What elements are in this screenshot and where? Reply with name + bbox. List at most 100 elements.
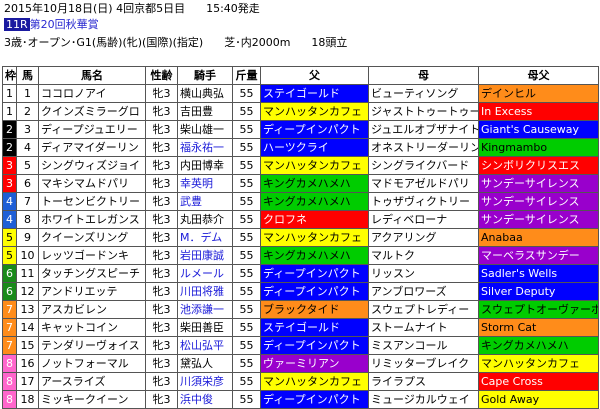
start-time: 15:40発走: [206, 2, 260, 15]
table-header-row: 枠 馬 馬名 性齢 騎手 斤量 父 母 母父: [2, 66, 599, 85]
damsire-cell: サンデーサイレンス: [478, 210, 599, 229]
race-date: 2015年10月18日(日) 4回京都5日目: [4, 2, 186, 15]
sire-cell: ヴァーミリアン: [260, 354, 369, 373]
jockey-cell: 福永祐一: [177, 138, 233, 157]
horse-name-cell: ホワイトエレガンス: [38, 210, 146, 229]
weight-cell: 55: [232, 102, 261, 121]
weight-cell: 55: [232, 192, 261, 211]
damsire-cell: デインヒル: [478, 84, 599, 103]
damsire-cell: Cape Cross: [478, 372, 599, 391]
table-row: 5 9 クイーンズリング 牝3 M．デム 55 マンハッタンカフェ アクアリング Anabaa: [2, 228, 599, 247]
damsire-cell: Silver Deputy: [478, 282, 599, 301]
waku-cell: 1: [2, 84, 17, 103]
dam-cell: トゥザヴィクトリー: [368, 192, 479, 211]
dam-cell: スウェプトレディー: [368, 300, 479, 319]
weight-cell: 55: [232, 264, 261, 283]
col-header-jockey: 騎手: [177, 66, 233, 85]
dam-cell: マドモアゼルドパリ: [368, 174, 479, 193]
sire-cell: キングカメハメハ: [260, 246, 369, 265]
waku-cell: 7: [2, 300, 17, 319]
entry-table: 枠 馬 馬名 性齢 騎手 斤量 父 母 母父 1 1 ココロノアイ 牝3 横山典弘 55 ス…: [2, 66, 599, 409]
sire-cell: ディープインパクト: [260, 264, 369, 283]
sire-cell: ディープインパクト: [260, 120, 369, 139]
sire-cell: マンハッタンカフェ: [260, 102, 369, 121]
waku-cell: 7: [2, 336, 17, 355]
table-row: 1 1 ココロノアイ 牝3 横山典弘 55 ステイゴールド ビューティソング デインヒル: [2, 84, 599, 103]
jockey-cell: 丸田恭介: [177, 210, 233, 229]
waku-cell: 6: [2, 282, 17, 301]
race-number: 11R: [4, 18, 30, 31]
field-size: 18頭立: [311, 36, 348, 49]
weight-cell: 55: [232, 282, 261, 301]
table-row: 7 15 テンダリーヴォイス 牝3 松山弘平 55 ディープインパクト ミスアンコール キングカ…: [2, 336, 599, 355]
sire-cell: ディープインパクト: [260, 336, 369, 355]
weight-cell: 55: [232, 210, 261, 229]
jockey-cell: 吉田豊: [177, 102, 233, 121]
horse-name-cell: ココロノアイ: [38, 84, 146, 103]
waku-cell: 8: [2, 372, 17, 391]
sex-age-cell: 牝3: [145, 120, 178, 139]
horse-name-cell: クインズミラーグロ: [38, 102, 146, 121]
damsire-cell: サンデーサイレンス: [478, 174, 599, 193]
weight-cell: 55: [232, 228, 261, 247]
weight-cell: 55: [232, 372, 261, 391]
waku-cell: 5: [2, 246, 17, 265]
umaban-cell: 12: [16, 282, 39, 301]
umaban-cell: 2: [16, 102, 39, 121]
sex-age-cell: 牝3: [145, 156, 178, 175]
sex-age-cell: 牝3: [145, 102, 178, 121]
waku-cell: 5: [2, 228, 17, 247]
jockey-cell: M．デム: [177, 228, 233, 247]
sex-age-cell: 牝3: [145, 210, 178, 229]
damsire-cell: キングカメハメハ: [478, 336, 599, 355]
dam-cell: アンブロワーズ: [368, 282, 479, 301]
sire-cell: ブラックタイド: [260, 300, 369, 319]
weight-cell: 55: [232, 84, 261, 103]
jockey-cell: 柴田善臣: [177, 318, 233, 337]
waku-cell: 8: [2, 354, 17, 373]
sex-age-cell: 牝3: [145, 354, 178, 373]
umaban-cell: 6: [16, 174, 39, 193]
table-row: 8 17 アースライズ 牝3 川須栄彦 55 マンハッタンカフェ ライラプス Cape Cros…: [2, 372, 599, 391]
col-header-sexage: 性齢: [145, 66, 178, 85]
waku-cell: 1: [2, 102, 17, 121]
horse-name-cell: シングウィズジョイ: [38, 156, 146, 175]
table-row: 6 12 アンドリエッテ 牝3 川田将雅 55 ディープインパクト アンブロワーズ Silver…: [2, 282, 599, 301]
table-row: 6 11 タッチングスピーチ 牝3 ルメール 55 ディープインパクト リッスン Sadler'…: [2, 264, 599, 283]
waku-cell: 3: [2, 156, 17, 175]
umaban-cell: 4: [16, 138, 39, 157]
dam-cell: ミスアンコール: [368, 336, 479, 355]
damsire-cell: Anabaa: [478, 228, 599, 247]
col-header-sire: 父: [260, 66, 369, 85]
horse-name-cell: アンドリエッテ: [38, 282, 146, 301]
waku-cell: 4: [2, 192, 17, 211]
weight-cell: 55: [232, 354, 261, 373]
jockey-cell: 幸英明: [177, 174, 233, 193]
horse-name-cell: タッチングスピーチ: [38, 264, 146, 283]
table-row: 2 4 ディアマイダーリン 牝3 福永祐一 55 ハーツクライ オネストリーダーリン Kingm…: [2, 138, 599, 157]
umaban-cell: 3: [16, 120, 39, 139]
waku-cell: 7: [2, 318, 17, 337]
horse-name-cell: マキシマムドパリ: [38, 174, 146, 193]
table-row: 3 6 マキシマムドパリ 牝3 幸英明 55 キングカメハメハ マドモアゼルドパリ サンデーサイ…: [2, 174, 599, 193]
sire-cell: キングカメハメハ: [260, 192, 369, 211]
umaban-cell: 17: [16, 372, 39, 391]
weight-cell: 55: [232, 156, 261, 175]
dam-cell: ライラプス: [368, 372, 479, 391]
dam-cell: マルトク: [368, 246, 479, 265]
waku-cell: 6: [2, 264, 17, 283]
table-row: 3 5 シングウィズジョイ 牝3 内田博幸 55 マンハッタンカフェ シングライクバード シンボ…: [2, 156, 599, 175]
jockey-cell: 池添謙一: [177, 300, 233, 319]
col-header-waku: 枠: [2, 66, 17, 85]
damsire-cell: シンボリクリスエス: [478, 156, 599, 175]
sex-age-cell: 牝3: [145, 282, 178, 301]
umaban-cell: 15: [16, 336, 39, 355]
table-row: 7 13 アスカビレン 牝3 池添謙一 55 ブラックタイド スウェプトレディー スウェプトオー…: [2, 300, 599, 319]
damsire-cell: Giant's Causeway: [478, 120, 599, 139]
sex-age-cell: 牝3: [145, 228, 178, 247]
dam-cell: アクアリング: [368, 228, 479, 247]
waku-cell: 2: [2, 138, 17, 157]
damsire-cell: サンデーサイレンス: [478, 192, 599, 211]
damsire-cell: マーベラスサンデー: [478, 246, 599, 265]
weight-cell: 55: [232, 120, 261, 139]
